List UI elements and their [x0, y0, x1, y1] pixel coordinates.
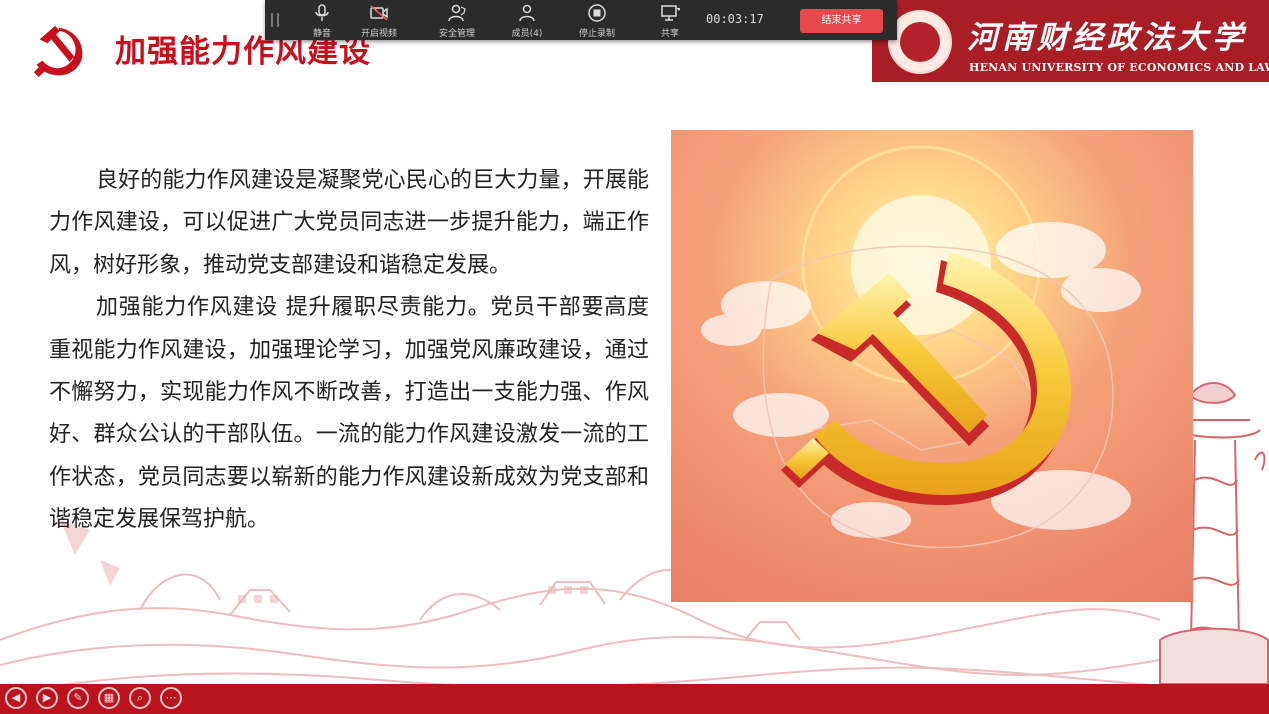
slide-overview-button[interactable]: ▦: [98, 687, 120, 709]
university-name-en: HENAN UNIVERSITY OF ECONOMICS AND LAW: [969, 61, 1269, 74]
slideshow-control-bar: ◀ ▶ ✎ ▦ ⌕ ⋯: [0, 684, 1269, 714]
stop-sharing-button[interactable]: 结束共享: [800, 9, 883, 33]
previous-slide-button[interactable]: ◀: [5, 687, 27, 709]
university-seal-icon: [888, 10, 952, 74]
slides-icon: ▦: [103, 691, 115, 704]
university-banner: 河南财经政法大学 HENAN UNIVERSITY OF ECONOMICS A…: [872, 0, 1269, 82]
party-emblem-icon: [33, 25, 83, 78]
paragraph-2: 加强能力作风建设 提升履职尽责能力。党员干部要高度重视能力作风建设，加强理论学习…: [49, 295, 649, 533]
stop-recording-label: 停止录制: [578, 29, 615, 39]
security-label: 安全管理: [438, 29, 475, 39]
presentation-slide: 加强能力作风建设 河南财经政法大学 HENAN UNIVERSITY OF EC…: [0, 0, 1269, 714]
security-button[interactable]: 安全管理: [428, 4, 486, 39]
previous-icon: ◀: [11, 691, 21, 704]
camera-off-icon: [370, 5, 388, 21]
mute-button[interactable]: 静音: [293, 4, 351, 39]
zoom-button[interactable]: ⌕: [129, 687, 151, 709]
share-button[interactable]: 共享: [641, 4, 699, 39]
paragraph-1: 良好的能力作风建设是凝聚党心民心的巨大力量，开展能力作风建设，可以促进广大党员同…: [49, 168, 649, 278]
record-icon: [588, 4, 606, 22]
meeting-toolbar: 静音 开启视频 安全管理 成员(4) 停止录制 共享 00:03:17 结束共享: [265, 0, 897, 40]
microphone-icon: [315, 4, 329, 21]
share-label: 共享: [660, 29, 679, 39]
start-video-button[interactable]: 开启视频: [350, 4, 408, 39]
more-icon: ⋯: [165, 691, 177, 704]
meeting-timer: 00:03:17: [706, 12, 764, 26]
zoom-icon: ⌕: [136, 691, 144, 704]
stop-recording-button[interactable]: 停止录制: [568, 4, 626, 39]
pen-icon: ✎: [73, 691, 83, 704]
next-slide-button[interactable]: ▶: [36, 687, 58, 709]
party-emblem-picture: [671, 130, 1193, 602]
members-button[interactable]: 成员(4): [498, 4, 556, 39]
drag-handle[interactable]: [271, 13, 279, 27]
mute-label: 静音: [312, 29, 331, 39]
university-name-cn: 河南财经政法大学: [967, 20, 1247, 56]
pen-tool-button[interactable]: ✎: [67, 687, 89, 709]
members-icon: [519, 4, 535, 22]
share-screen-icon: [661, 5, 680, 21]
members-label: 成员(4): [511, 29, 543, 39]
more-options-button[interactable]: ⋯: [160, 687, 182, 709]
shield-user-icon: [448, 4, 466, 22]
start-video-label: 开启视频: [360, 29, 397, 39]
slide-body: 良好的能力作风建设是凝聚党心民心的巨大力量，开展能力作风建设，可以促进广大党员同…: [49, 160, 649, 542]
next-icon: ▶: [42, 691, 52, 704]
